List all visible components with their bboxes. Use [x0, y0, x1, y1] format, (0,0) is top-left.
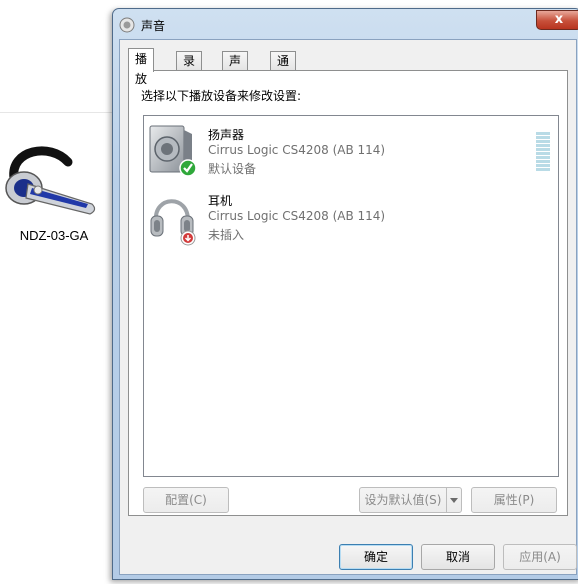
title-bar[interactable]: 声音 x — [113, 9, 578, 39]
speaker-icon — [119, 17, 135, 33]
desktop-icon-label[interactable]: NDZ-03-GA — [0, 228, 108, 243]
properties-button[interactable]: 属性(P) — [471, 487, 557, 513]
device-item-speakers[interactable]: 扬声器 Cirrus Logic CS4208 (AB 114) 默认设备 — [148, 124, 550, 182]
volume-level-meter — [536, 132, 550, 172]
device-item-headphones[interactable]: 耳机 Cirrus Logic CS4208 (AB 114) 未插入 — [148, 190, 528, 248]
apply-button[interactable]: 应用(A) — [503, 544, 577, 570]
ok-button[interactable]: 确定 — [339, 544, 413, 570]
tab-sounds[interactable]: 声音 — [222, 51, 249, 86]
sound-dialog: 声音 x 播放 录制 声音 通信 选择以下播放设备来修改设置: — [112, 8, 578, 580]
background-divider — [0, 112, 112, 113]
set-default-split-button[interactable]: 设为默认值(S) — [359, 487, 463, 513]
device-status: 未插入 — [208, 228, 245, 242]
device-name: 扬声器 — [208, 128, 245, 142]
instruction-text: 选择以下播放设备来修改设置: — [141, 89, 302, 103]
close-button[interactable]: x — [536, 10, 578, 30]
device-list[interactable]: 扬声器 Cirrus Logic CS4208 (AB 114) 默认设备 耳机… — [143, 115, 559, 477]
set-default-button[interactable]: 设为默认值(S) — [359, 487, 447, 513]
cancel-button[interactable]: 取消 — [421, 544, 495, 570]
chevron-down-icon[interactable] — [446, 487, 462, 513]
configure-button[interactable]: 配置(C) — [143, 487, 229, 513]
device-name: 耳机 — [208, 194, 233, 208]
tab-playback[interactable]: 播放 — [128, 48, 155, 86]
playback-panel: 选择以下播放设备来修改设置: 扬声器 Cirrus Logic CS4208 (… — [128, 70, 568, 516]
device-description: Cirrus Logic CS4208 (AB 114) — [208, 209, 386, 223]
headphones-device-icon — [150, 199, 196, 246]
dialog-client: 播放 录制 声音 通信 选择以下播放设备来修改设置: — [119, 39, 577, 575]
device-status: 默认设备 — [208, 162, 257, 176]
tab-communications[interactable]: 通信 — [270, 51, 297, 86]
device-description: Cirrus Logic CS4208 (AB 114) — [208, 143, 386, 157]
headset-icon[interactable] — [2, 140, 102, 220]
speaker-device-icon — [149, 125, 197, 177]
window-title: 声音 — [141, 19, 166, 33]
tab-recording[interactable]: 录制 — [176, 51, 203, 86]
